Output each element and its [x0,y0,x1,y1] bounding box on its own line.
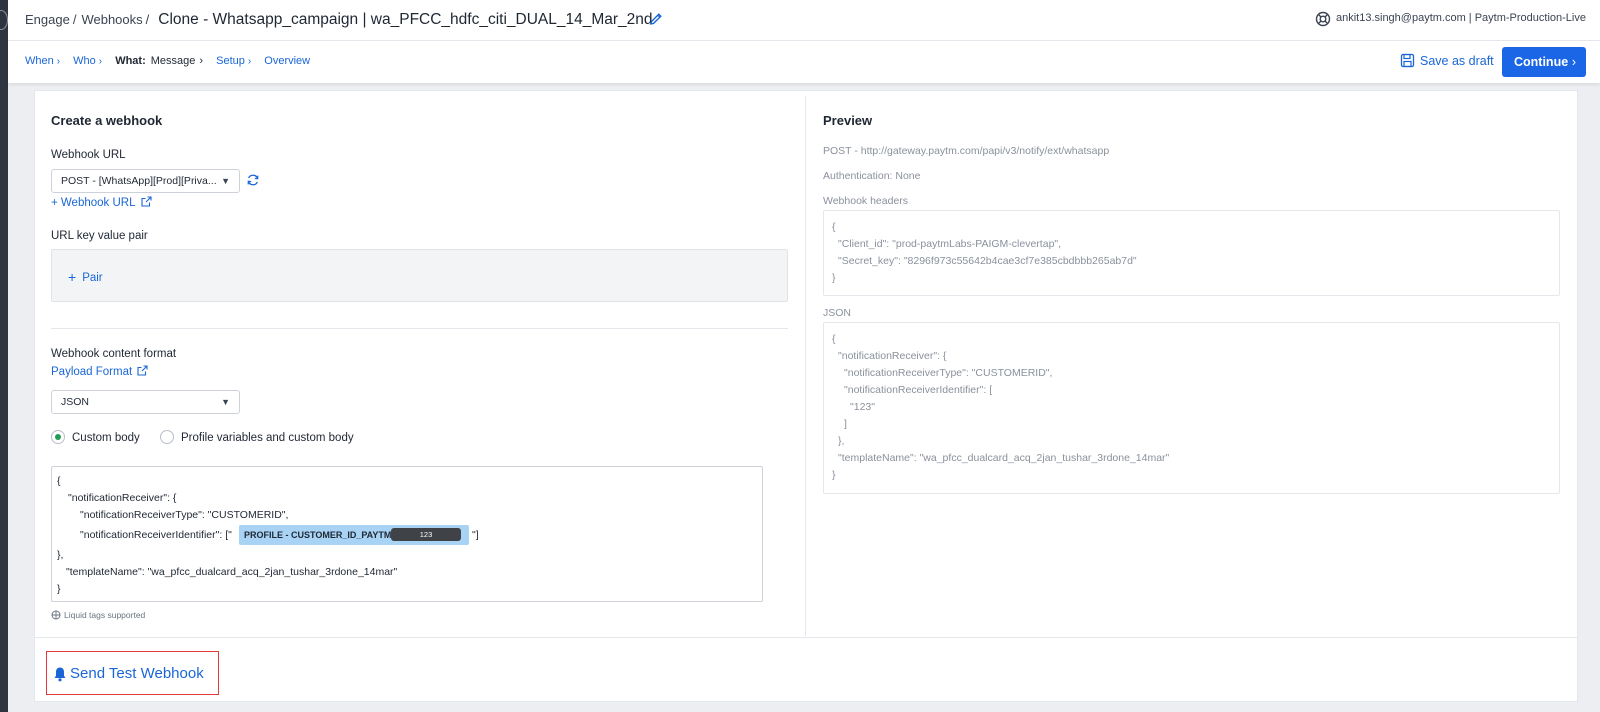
external-link-icon [137,365,148,376]
step-when[interactable]: When › [25,55,60,67]
url-key-value-box: + Pair [51,249,788,302]
chevron-right-icon: › [199,55,204,67]
code-line: "] [472,529,479,541]
floppy-icon [1400,53,1415,68]
create-webhook-heading: Create a webhook [51,113,163,128]
chevron-right-icon: › [247,56,252,67]
radio-profile-variables[interactable]: Profile variables and custom body [160,430,354,444]
section-divider [51,328,788,329]
radio-indicator [160,430,174,444]
preview-json-box: { "notificationReceiver": { "notificatio… [823,322,1560,494]
liquid-tags-note: Liquid tags supported [51,610,145,620]
code-line: "notificationReceiverType": "CUSTOMERID"… [844,367,1053,379]
step-who[interactable]: Who › [73,55,102,67]
webhook-url-select[interactable]: POST - [WhatsApp][Prod][Priva... ▼ [51,169,240,193]
globe-icon [51,610,61,620]
bell-icon [54,667,66,682]
preview-heading: Preview [823,113,873,128]
breadcrumb-webhooks[interactable]: Webhooks [81,12,142,27]
left-edge-strip [0,0,8,712]
code-line: } [57,583,61,595]
chevron-right-icon: › [56,56,61,67]
url-key-value-label: URL key value pair [51,230,148,242]
chevron-down-icon: ▼ [221,176,230,186]
step-navigation: When › Who › What: Message › Setup › Overview [25,55,320,67]
code-line: "123" [850,401,875,413]
custom-body-editor[interactable]: { "notificationReceiver": { "notificatio… [51,466,763,602]
code-line: "Client_id": "prod-paytmLabs-PAIGM-cleve… [838,238,1062,250]
code-line: "templateName": "wa_pfcc_dualcard_acq_2j… [66,566,398,578]
liquid-tag-chip[interactable]: PROFILE - CUSTOMER_ID_PAYTM 123 [239,525,469,545]
radio-selected-indicator [51,430,65,444]
code-line: { [832,221,836,233]
payload-format-link[interactable]: Payload Format [51,365,148,378]
column-divider [805,96,806,636]
external-link-icon [140,196,152,207]
page-title: Clone - Whatsapp_campaign | wa_PFCC_hdfc… [158,11,653,28]
footer-divider [34,637,1578,638]
refresh-icon[interactable] [246,173,260,187]
steps-bar: When › Who › What: Message › Setup › Overview… [8,41,1600,83]
pencil-icon[interactable] [648,11,664,27]
radio-custom-body[interactable]: Custom body [51,430,140,444]
add-webhook-url-link[interactable]: + Webhook URL [51,196,152,209]
code-line: "Secret_key": "8296f973c55642b4cae3cf7e3… [838,255,1137,267]
edge-knob [0,10,8,30]
code-line: { [832,333,836,345]
preview-headers-box: { "Client_id": "prod-paytmLabs-PAIGM-cle… [823,210,1560,296]
tag-preview-value: 123 [391,528,461,541]
step-what[interactable]: What: Message › [115,55,203,67]
account-info[interactable]: ankit13.singh@paytm.com | Paytm-Producti… [1336,12,1586,24]
code-line: }, [838,435,845,447]
code-line: { [57,475,61,487]
step-setup[interactable]: Setup › [216,55,251,67]
top-bar: Engage / Webhooks / Clone - Whatsapp_campaig… [8,0,1600,41]
chevron-down-icon: ▼ [221,397,230,407]
breadcrumb-engage[interactable]: Engage [25,12,70,27]
code-line: "notificationReceiver": { [838,350,947,362]
code-line: "notificationReceiverType": "CUSTOMERID"… [80,509,289,521]
code-line: } [832,272,836,284]
preview-endpoint: POST - http://gateway.paytm.com/papi/v3/… [823,145,1110,157]
code-line: }, [57,549,64,561]
code-line: ] [844,418,847,430]
code-line: "templateName": "wa_pfcc_dualcard_acq_2j… [838,452,1170,464]
code-line: "notificationReceiverIdentifier": [ [844,384,993,396]
breadcrumb: Engage / Webhooks / Clone - Whatsapp_campaig… [25,11,653,28]
help-icon[interactable] [1314,10,1332,28]
preview-headers-label: Webhook headers [823,195,909,207]
save-draft-button[interactable]: Save as draft [1400,53,1494,71]
step-overview[interactable]: Overview [264,55,310,67]
add-pair-button[interactable]: + Pair [68,269,103,285]
continue-button[interactable]: Continue › [1502,47,1586,77]
preview-auth: Authentication: None [823,170,921,182]
code-line: "notificationReceiverIdentifier": [" [80,529,232,541]
send-test-webhook-button[interactable]: Send Test Webhook [46,651,219,695]
chevron-right-icon: › [98,56,103,67]
content-format-label: Webhook content format [51,348,177,360]
code-line: "notificationReceiver": { [68,492,177,504]
chevron-right-icon: › [1571,55,1576,69]
preview-json-label: JSON [823,307,852,319]
plus-icon: + [68,269,77,285]
webhook-url-label: Webhook URL [51,149,126,161]
format-select[interactable]: JSON ▼ [51,390,240,414]
code-line: } [832,469,836,481]
